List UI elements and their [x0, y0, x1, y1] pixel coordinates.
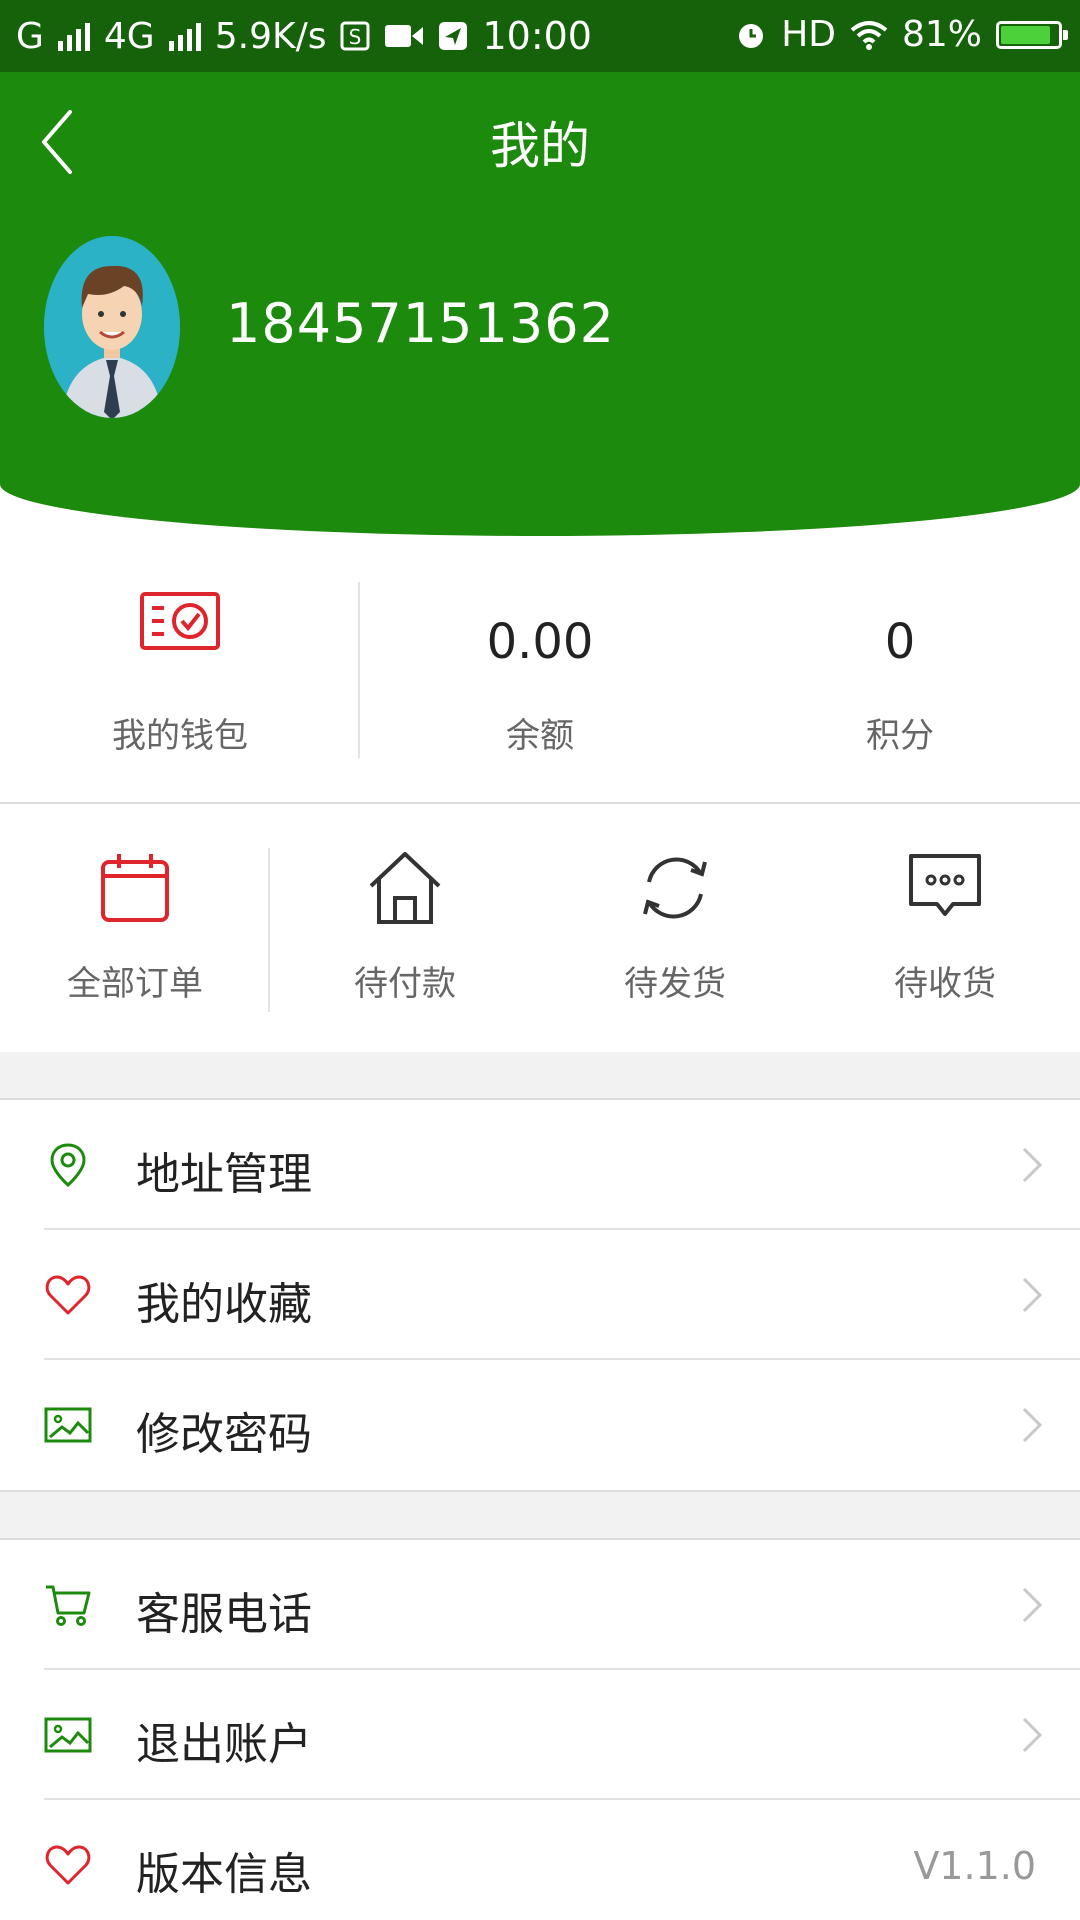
menu-label: 我的收藏	[136, 1279, 312, 1330]
my-wallet-label: 我的钱包	[112, 716, 248, 756]
chevron-right-icon	[1022, 1147, 1043, 1183]
avatar[interactable]	[44, 236, 180, 418]
chevron-right-icon	[1022, 1717, 1043, 1753]
section-gap	[0, 1492, 1080, 1538]
menu-item-version[interactable]: 版本信息 V1.1.0	[0, 1800, 1080, 1920]
location-pin-icon	[50, 1143, 86, 1187]
all-orders-button[interactable]: 全部订单	[0, 804, 270, 1052]
pending-payment-label: 待付款	[354, 964, 456, 1004]
menu-label: 版本信息	[136, 1849, 312, 1900]
balance-cell[interactable]: 0.00 余额	[360, 536, 720, 802]
calendar-icon	[101, 854, 169, 922]
heart-icon	[45, 1275, 91, 1315]
chevron-right-icon	[1022, 1587, 1043, 1623]
menu-item-customer-service[interactable]: 客服电话	[0, 1540, 1080, 1670]
send-icon	[439, 22, 468, 50]
menu-label: 退出账户	[136, 1719, 312, 1770]
signal-icon	[57, 21, 90, 51]
version-value: V1.1.0	[913, 1844, 1036, 1888]
menu-item-change-password[interactable]: 修改密码	[0, 1360, 1080, 1490]
wifi-icon	[850, 20, 888, 50]
network-speed: 5.9K/s	[214, 15, 327, 57]
image-icon	[44, 1717, 92, 1753]
menu-item-logout[interactable]: 退出账户	[0, 1670, 1080, 1800]
page-title: 我的	[490, 117, 590, 175]
user-phone-number: 18457151362	[226, 292, 615, 355]
balance-label: 余额	[506, 716, 574, 756]
house-icon	[369, 852, 441, 924]
section-gap	[0, 1052, 1080, 1098]
status-bar: G 4G 5.9K/s S 10:00 HD 81%	[0, 0, 1080, 72]
hd-label: HD	[781, 14, 836, 55]
profile-header: 我的 18457151362	[0, 72, 1080, 536]
pending-receipt-button[interactable]: 待收货	[810, 804, 1080, 1052]
network-type-label: G	[16, 15, 44, 57]
heart-icon	[45, 1845, 91, 1885]
chevron-right-icon	[1022, 1277, 1043, 1313]
my-wallet-button[interactable]: 我的钱包	[0, 536, 360, 802]
menu-item-address[interactable]: 地址管理	[0, 1100, 1080, 1230]
status-right: HD 81%	[735, 14, 1068, 55]
pending-shipment-label: 待发货	[624, 964, 726, 1004]
balance-value: 0.00	[486, 614, 594, 670]
menu-label: 地址管理	[136, 1149, 312, 1200]
points-value: 0	[884, 614, 916, 670]
avatar-illustration	[44, 236, 180, 418]
chevron-right-icon	[1022, 1407, 1043, 1443]
svg-text:S: S	[349, 25, 362, 49]
pending-shipment-button[interactable]: 待发货	[540, 804, 810, 1052]
status-left: G 4G 5.9K/s S 10:00	[16, 14, 592, 58]
pending-receipt-label: 待收货	[894, 964, 996, 1004]
wallet-card-icon	[140, 592, 220, 650]
chat-bubble-icon	[909, 854, 981, 916]
image-icon	[44, 1407, 92, 1443]
alarm-icon	[739, 23, 764, 48]
battery-icon	[996, 20, 1068, 49]
app-notification-icon: S	[340, 21, 370, 51]
points-label: 积分	[866, 716, 934, 756]
menu-label: 修改密码	[136, 1409, 312, 1460]
menu-item-favorites[interactable]: 我的收藏	[0, 1230, 1080, 1360]
refresh-icon	[643, 857, 707, 919]
cart-icon	[46, 1585, 91, 1626]
pending-payment-button[interactable]: 待付款	[270, 804, 540, 1052]
network-type-label-2: 4G	[103, 15, 155, 57]
battery-percent: 81%	[901, 14, 982, 55]
menu-label: 客服电话	[136, 1589, 312, 1640]
wallet-row: 我的钱包 0.00 余额 0 积分	[0, 536, 1080, 802]
clock-time: 10:00	[482, 14, 592, 58]
all-orders-label: 全部订单	[67, 964, 203, 1004]
signal-icon-2	[168, 21, 201, 51]
points-cell[interactable]: 0 积分	[720, 536, 1080, 802]
video-icon	[385, 25, 424, 47]
orders-row: 全部订单 待付款 待发货 待收货	[0, 804, 1080, 1052]
